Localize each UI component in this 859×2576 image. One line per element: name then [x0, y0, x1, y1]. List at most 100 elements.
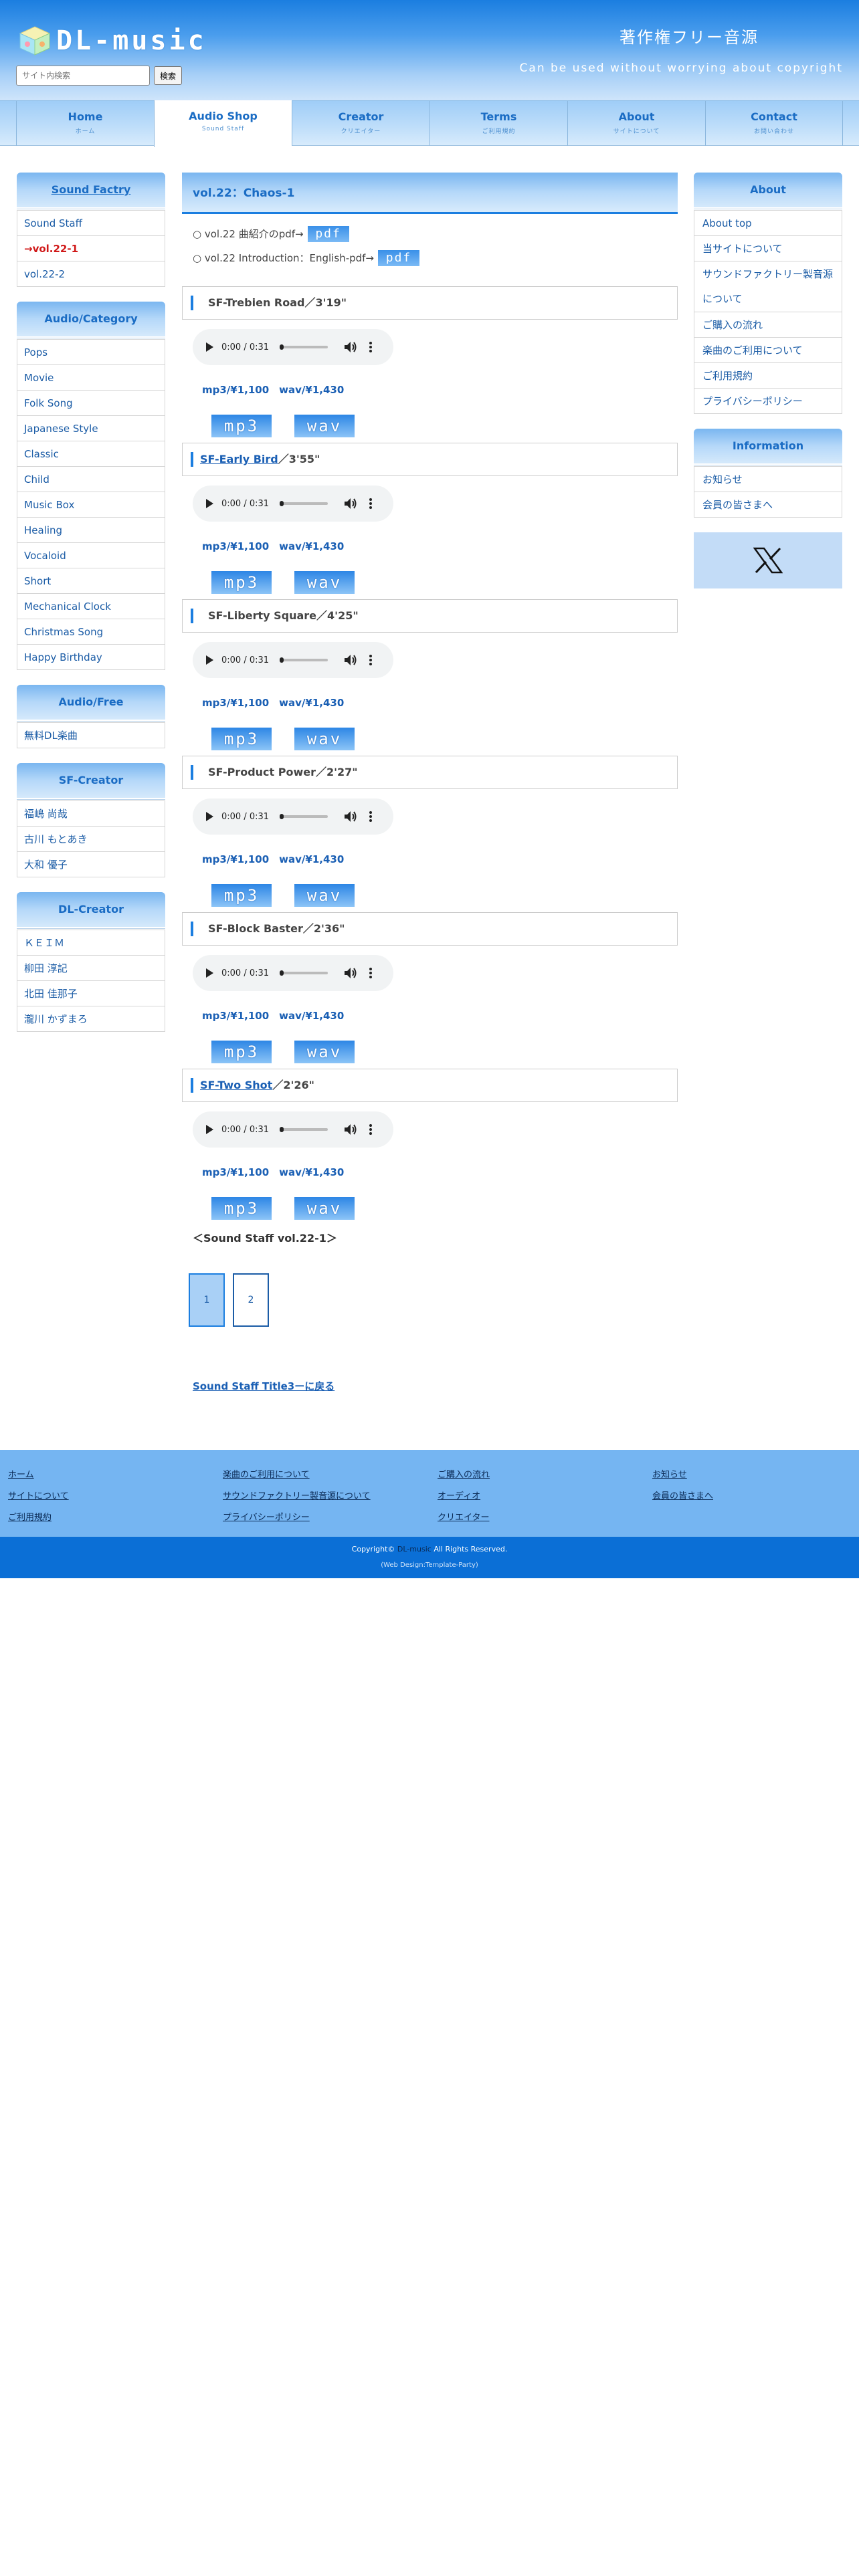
about-item[interactable]: ご購入の流れ: [694, 312, 842, 337]
category-item[interactable]: Christmas Song: [17, 619, 165, 644]
play-icon[interactable]: [206, 812, 213, 821]
footer-link[interactable]: 楽曲のご利用について: [223, 1465, 371, 1486]
category-item[interactable]: Vocaloid: [17, 542, 165, 568]
category-item[interactable]: Folk Song: [17, 390, 165, 415]
mp3-button[interactable]: mp3: [211, 884, 272, 907]
nav-creator[interactable]: Creator クリエイター: [292, 101, 430, 146]
design-credit[interactable]: (Web Design:Template-Party): [0, 1562, 859, 1569]
category-item[interactable]: Mechanical Clock: [17, 593, 165, 619]
category-item[interactable]: Child: [17, 466, 165, 492]
more-options-icon[interactable]: [369, 342, 373, 352]
creator-item[interactable]: ＫＥＩＭ: [17, 930, 165, 955]
footer-link[interactable]: ホーム: [8, 1465, 69, 1486]
mp3-button[interactable]: mp3: [211, 571, 272, 594]
page-button-2[interactable]: 2: [233, 1273, 269, 1327]
search-input[interactable]: [16, 66, 150, 86]
about-item[interactable]: について: [694, 286, 842, 312]
footer-link[interactable]: オーディオ: [438, 1486, 490, 1507]
seek-slider[interactable]: [280, 344, 328, 350]
creator-item[interactable]: 福嶋 尚哉: [17, 800, 165, 826]
pdf-button[interactable]: pdf: [307, 226, 349, 242]
more-options-icon[interactable]: [369, 811, 373, 822]
x-link[interactable]: [694, 532, 842, 588]
seek-slider[interactable]: [280, 1127, 328, 1132]
category-item[interactable]: Movie: [17, 364, 165, 390]
about-item[interactable]: プライバシーポリシー: [694, 388, 842, 413]
volume-icon[interactable]: [344, 1123, 359, 1136]
track-name[interactable]: SF-Early Bird: [200, 453, 278, 465]
about-item[interactable]: サウンドファクトリー製音源: [694, 261, 842, 286]
category-item[interactable]: Music Box: [17, 492, 165, 517]
sidebar-item-vol22-2[interactable]: vol.22-2: [17, 261, 165, 286]
more-options-icon[interactable]: [369, 1124, 373, 1135]
wav-button[interactable]: wav: [294, 415, 355, 437]
seek-slider[interactable]: [280, 657, 328, 663]
footer-link[interactable]: クリエイター: [438, 1507, 490, 1529]
about-item[interactable]: 楽曲のご利用について: [694, 337, 842, 362]
category-item[interactable]: Classic: [17, 441, 165, 466]
about-item[interactable]: ご利用規約: [694, 362, 842, 388]
search-button[interactable]: 検索: [154, 66, 183, 85]
play-icon[interactable]: [206, 342, 213, 352]
more-options-icon[interactable]: [369, 498, 373, 509]
audio-player[interactable]: 0:00 / 0:31: [193, 642, 393, 678]
category-item[interactable]: Short: [17, 568, 165, 593]
mp3-button[interactable]: mp3: [211, 1197, 272, 1220]
wav-button[interactable]: wav: [294, 728, 355, 750]
wav-button[interactable]: wav: [294, 1041, 355, 1063]
information-item[interactable]: 会員の皆さまへ: [694, 492, 842, 517]
track-name[interactable]: SF-Two Shot: [200, 1079, 272, 1091]
audio-player[interactable]: 0:00 / 0:31: [193, 486, 393, 522]
play-icon[interactable]: [206, 968, 213, 978]
free-item[interactable]: 無料DL楽曲: [17, 722, 165, 748]
creator-item[interactable]: 北田 佳那子: [17, 980, 165, 1006]
seek-slider[interactable]: [280, 501, 328, 506]
footer-link[interactable]: サイトについて: [8, 1486, 69, 1507]
more-options-icon[interactable]: [369, 968, 373, 978]
mp3-button[interactable]: mp3: [211, 1041, 272, 1063]
play-icon[interactable]: [206, 1125, 213, 1134]
creator-item[interactable]: 柳田 淳記: [17, 955, 165, 980]
more-options-icon[interactable]: [369, 655, 373, 665]
nav-home[interactable]: Home ホーム: [16, 101, 154, 146]
sound-factory-link[interactable]: Sound Factry: [52, 183, 131, 196]
audio-player[interactable]: 0:00 / 0:31: [193, 955, 393, 991]
wav-button[interactable]: wav: [294, 1197, 355, 1220]
nav-terms[interactable]: Terms ご利用規約: [430, 101, 567, 146]
footer-link[interactable]: ご利用規約: [8, 1507, 69, 1529]
mp3-button[interactable]: mp3: [211, 415, 272, 437]
wav-button[interactable]: wav: [294, 884, 355, 907]
mp3-button[interactable]: mp3: [211, 728, 272, 750]
back-link[interactable]: Sound Staff Title3ーに戻る: [193, 1379, 678, 1393]
site-logo[interactable]: DL-music: [16, 24, 207, 58]
nav-about[interactable]: About サイトについて: [567, 101, 705, 146]
footer-link[interactable]: サウンドファクトリー製音源について: [223, 1486, 371, 1507]
footer-link[interactable]: ご購入の流れ: [438, 1465, 490, 1486]
page-button-1[interactable]: 1: [189, 1273, 225, 1327]
about-item[interactable]: About top: [694, 210, 842, 235]
volume-icon[interactable]: [344, 654, 359, 666]
volume-icon[interactable]: [344, 498, 359, 510]
audio-player[interactable]: 0:00 / 0:31: [193, 798, 393, 835]
footer-link[interactable]: 会員の皆さまへ: [652, 1486, 713, 1507]
creator-item[interactable]: 瀧川 かずまろ: [17, 1006, 165, 1031]
category-item[interactable]: Happy Birthday: [17, 644, 165, 669]
category-item[interactable]: Pops: [17, 339, 165, 364]
category-item[interactable]: Healing: [17, 517, 165, 542]
creator-item[interactable]: 大和 優子: [17, 851, 165, 877]
volume-icon[interactable]: [344, 967, 359, 979]
audio-player[interactable]: 0:00 / 0:31: [193, 329, 393, 365]
about-item[interactable]: 当サイトについて: [694, 235, 842, 261]
play-icon[interactable]: [206, 655, 213, 665]
seek-slider[interactable]: [280, 814, 328, 819]
seek-slider[interactable]: [280, 970, 328, 976]
category-item[interactable]: Japanese Style: [17, 415, 165, 441]
sidebar-item-vol22-1[interactable]: →vol.22-1: [17, 235, 165, 261]
play-icon[interactable]: [206, 499, 213, 508]
sidebar-item-sound-staff[interactable]: Sound Staff: [17, 210, 165, 235]
information-item[interactable]: お知らせ: [694, 466, 842, 492]
wav-button[interactable]: wav: [294, 571, 355, 594]
nav-contact[interactable]: Contact お問い合わせ: [705, 101, 843, 146]
nav-audio-shop[interactable]: Audio Shop Sound Staff: [154, 100, 292, 147]
footer-link[interactable]: プライバシーポリシー: [223, 1507, 371, 1529]
